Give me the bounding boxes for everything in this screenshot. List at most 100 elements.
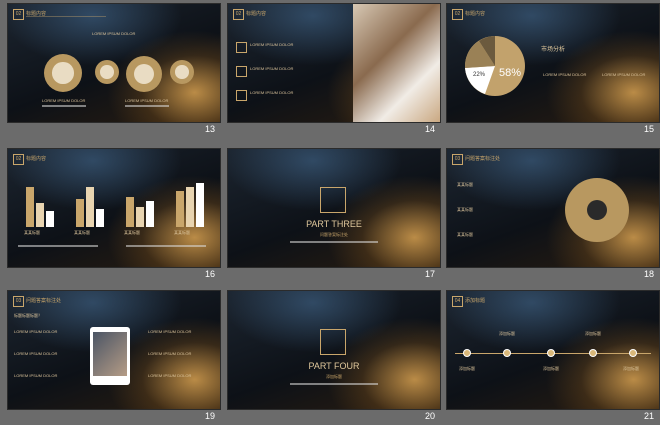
body-text-line — [126, 245, 206, 247]
part-title: PART FOUR — [308, 361, 360, 371]
slide-thumbnail-13[interactable]: 02 标题内容 LOREM IPSUM DOLOR LOREM IPSUM DO… — [7, 3, 221, 138]
pencil-icon — [236, 90, 247, 101]
item-label: LOREM IPSUM DOLOR — [250, 90, 294, 95]
bar — [176, 191, 184, 227]
slide-number: 15 — [643, 124, 654, 134]
circular-diagram — [565, 178, 629, 242]
slide-canvas: PART THREE 问题答案标注处 — [227, 148, 441, 268]
tablet-screen-photo — [93, 332, 127, 376]
section-chip: 02 — [13, 154, 24, 165]
office-photo — [353, 4, 440, 122]
bar — [46, 211, 54, 227]
slide-subheader: 标题标题标题？ — [14, 313, 42, 318]
timeline-label: 添加标题 — [585, 331, 601, 336]
bar — [136, 207, 144, 227]
slide-number: 21 — [643, 411, 654, 421]
gear-label: LOREM IPSUM DOLOR — [92, 31, 136, 36]
gear-label: LOREM IPSUM DOLOR — [42, 98, 86, 103]
section-chip: 03 — [13, 296, 24, 307]
item-label: 某某标题 — [457, 207, 473, 212]
timeline-dot — [629, 349, 637, 357]
section-chip: 02 — [13, 9, 24, 20]
item-label: LOREM IPSUM DOLOR — [148, 373, 192, 378]
timeline-label: 添加标题 — [499, 331, 515, 336]
bar — [86, 187, 94, 227]
timeline-dot — [547, 349, 555, 357]
section-chip: 02 — [233, 9, 244, 20]
slide-thumbnail-14[interactable]: 02 标题内容 LOREM IPSUM DOLOR LOREM IPSUM DO… — [227, 3, 441, 138]
item-label: LOREM IPSUM DOLOR — [14, 351, 58, 356]
body-text-line — [290, 241, 378, 243]
slide-thumbnail-19[interactable]: 03 问题答案标注处 标题标题标题？ LOREM IPSUM DOLOR LOR… — [7, 290, 221, 425]
part-subtitle: 问题答案标注处 — [320, 232, 348, 237]
gear-icon — [44, 54, 82, 92]
edit-icon — [320, 329, 346, 355]
gear-icon — [126, 56, 162, 92]
slide-number: 18 — [643, 269, 654, 279]
slide-number: 20 — [424, 411, 435, 421]
item-label: LOREM IPSUM DOLOR — [14, 329, 58, 334]
item-label: LOREM IPSUM DOLOR — [602, 72, 646, 77]
part-subtitle: 添加标题 — [326, 374, 342, 379]
section-title: 市场分析 — [541, 47, 566, 53]
slide-number: 14 — [424, 124, 435, 134]
bar — [126, 197, 134, 227]
timeline-label: 添加标题 — [543, 366, 559, 371]
timeline-dot — [503, 349, 511, 357]
gear-icon — [170, 60, 194, 84]
slide-number: 19 — [204, 411, 215, 421]
bar — [146, 201, 154, 227]
item-label: 某某标题 — [457, 182, 473, 187]
header-underline — [26, 16, 106, 17]
slide-thumbnail-17[interactable]: PART THREE 问题答案标注处 17 — [227, 148, 441, 283]
bar — [96, 209, 104, 227]
slide-number: 17 — [424, 269, 435, 279]
slide-thumbnail-21[interactable]: 04 添加标题 添加标题 添加标题 添加标题 添加标题 添加标题 21 — [446, 290, 660, 425]
bar — [36, 203, 44, 227]
bar-chart — [26, 179, 206, 227]
slide-thumbnail-15[interactable]: 02 标题内容 58% 22% 市场分析 LOREM IPSUM DOLOR L… — [446, 3, 660, 138]
item-label: 某某标题 — [457, 232, 473, 237]
slide-canvas: 02 标题内容 LOREM IPSUM DOLOR LOREM IPSUM DO… — [227, 3, 441, 123]
group-label: 某某标题 — [124, 230, 140, 235]
bar — [76, 199, 84, 227]
timeline-label: 添加标题 — [623, 366, 639, 371]
slide-thumbnail-20[interactable]: PART FOUR 添加标题 20 — [227, 290, 441, 425]
slide-header: 标题内容 — [246, 11, 267, 17]
slide-thumbnail-16[interactable]: 02 标题内容 某某标题 某某标题 某某标题 某某标题 16 — [7, 148, 221, 283]
timeline-label: 添加标题 — [459, 366, 475, 371]
group-label: 某某标题 — [24, 230, 40, 235]
slide-canvas: 04 添加标题 添加标题 添加标题 添加标题 添加标题 添加标题 — [446, 290, 660, 410]
item-label: LOREM IPSUM DOLOR — [148, 329, 192, 334]
slide-header: 标题内容 — [26, 156, 47, 162]
slide-thumbnail-18[interactable]: 03 问题答案标注处 某某标题 某某标题 某某标题 18 — [446, 148, 660, 283]
slide-sorter-grid: 02 标题内容 LOREM IPSUM DOLOR LOREM IPSUM DO… — [0, 0, 660, 425]
slide-number: 16 — [204, 269, 215, 279]
slide-canvas: 03 问题答案标注处 标题标题标题？ LOREM IPSUM DOLOR LOR… — [7, 290, 221, 410]
slide-canvas: 02 标题内容 58% 22% 市场分析 LOREM IPSUM DOLOR L… — [446, 3, 660, 123]
gear-label: LOREM IPSUM DOLOR — [125, 98, 169, 103]
section-chip: 03 — [452, 154, 463, 165]
slide-number: 13 — [204, 124, 215, 134]
bar — [196, 183, 204, 227]
slide-canvas: PART FOUR 添加标题 — [227, 290, 441, 410]
monitor-icon — [236, 66, 247, 77]
item-label: LOREM IPSUM DOLOR — [250, 42, 294, 47]
slide-header: 问题答案标注处 — [26, 298, 62, 304]
pie-value-small: 22% — [473, 72, 486, 78]
section-chip: 04 — [452, 296, 463, 307]
pie-value-large: 58% — [499, 67, 522, 79]
slide-canvas: 03 问题答案标注处 某某标题 某某标题 某某标题 — [446, 148, 660, 268]
group-label: 某某标题 — [74, 230, 90, 235]
item-label: LOREM IPSUM DOLOR — [14, 373, 58, 378]
slide-canvas: 02 标题内容 某某标题 某某标题 某某标题 某某标题 — [7, 148, 221, 268]
bar — [186, 187, 194, 227]
tablet-mockup — [90, 327, 130, 385]
body-text-line — [42, 105, 86, 107]
slide-canvas: 02 标题内容 LOREM IPSUM DOLOR LOREM IPSUM DO… — [7, 3, 221, 123]
pie-chart — [464, 36, 525, 96]
slide-header: 标题内容 — [465, 11, 486, 17]
search-icon — [320, 187, 346, 213]
body-text-line — [290, 383, 378, 385]
section-chip: 02 — [452, 9, 463, 20]
